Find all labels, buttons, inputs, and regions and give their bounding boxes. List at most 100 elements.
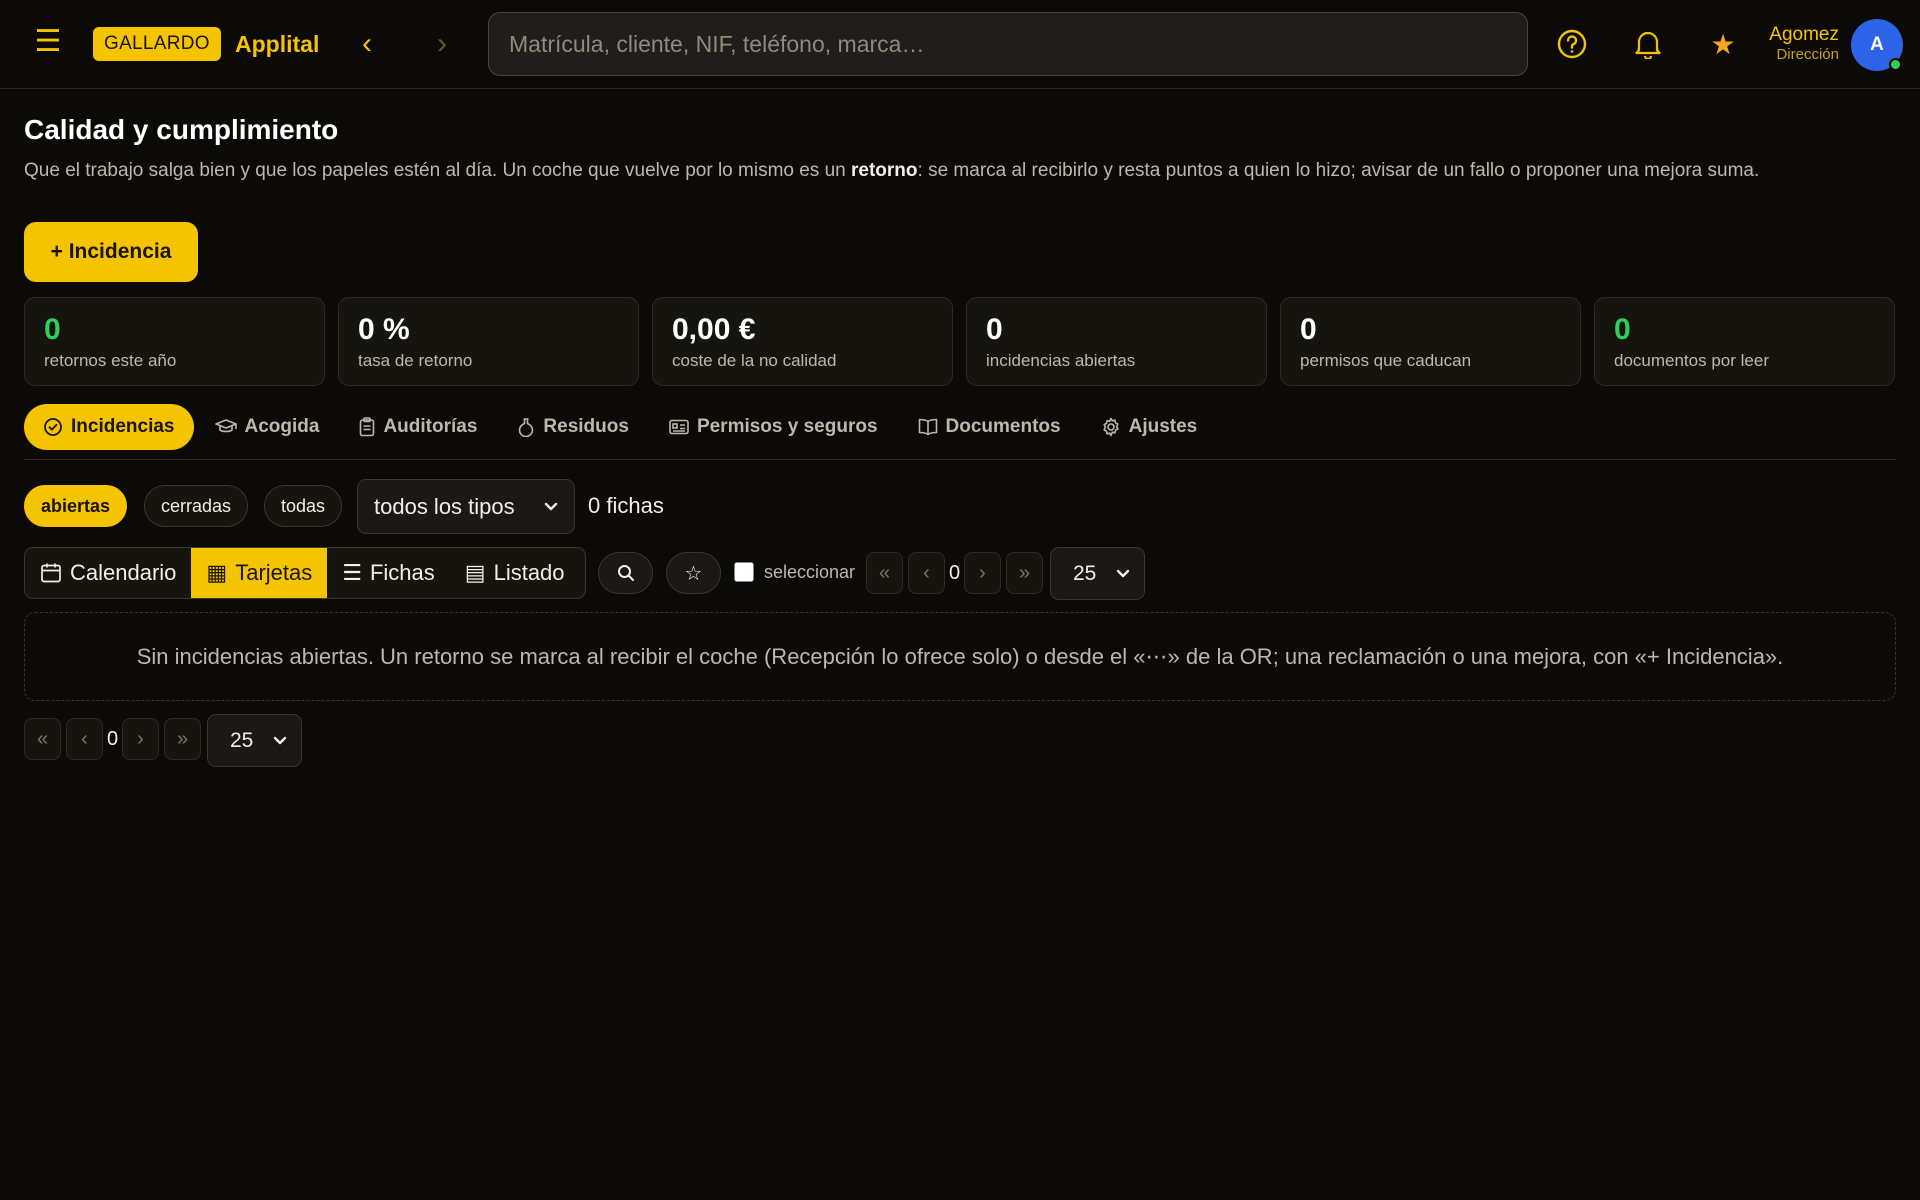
view-calendario[interactable]: Calendario <box>25 548 191 598</box>
description-bold: retorno <box>851 160 918 181</box>
global-search[interactable] <box>488 12 1528 76</box>
view-label: Tarjetas <box>235 560 313 585</box>
tab-label: Residuos <box>543 416 629 437</box>
stat-label: documentos por leer <box>1614 351 1769 370</box>
results-count: 0 fichas <box>588 493 664 518</box>
stat-card-coste: 0,00 € coste de la no calidad <box>652 297 953 386</box>
type-select-value: todos los tipos <box>374 493 515 519</box>
stat-value: 0,00 € <box>672 313 756 346</box>
check-circle-icon <box>44 418 62 436</box>
tab-label: Permisos y seguros <box>696 416 878 437</box>
filter-chip-abiertas[interactable]: abiertas <box>24 485 128 527</box>
clipboard-icon <box>360 417 375 437</box>
filter-chip-todas[interactable]: todas <box>264 485 343 527</box>
page-description: Que el trabajo salga bien y que los pape… <box>24 159 1904 183</box>
top-bar: ☰ GALLARDO Applital ‹ › ★ Agomez Direcci… <box>0 0 1920 89</box>
search-button[interactable] <box>598 552 653 594</box>
view-label: Calendario <box>70 560 177 585</box>
stat-value: 0 <box>986 313 1003 346</box>
view-label: Listado <box>493 560 565 585</box>
view-label: Fichas <box>369 560 435 585</box>
stat-card-retornos: 0 retornos este año <box>24 297 325 386</box>
stat-card-permisos: 0 permisos que caducan <box>1280 297 1581 386</box>
chevron-down-icon <box>273 736 287 744</box>
page-number-bottom: 0 <box>107 728 119 750</box>
description-after: : se marca al recibirlo y resta puntos a… <box>917 160 1760 181</box>
tab-permisos-seguros[interactable]: Permisos y seguros <box>650 404 897 450</box>
view-listado[interactable]: ▤ Listado <box>450 548 580 598</box>
forward-button[interactable]: › <box>427 28 457 60</box>
tab-documentos[interactable]: Documentos <box>899 404 1080 450</box>
page-size-select[interactable]: 25 <box>1050 547 1145 600</box>
view-tarjetas[interactable]: ▦ Tarjetas <box>191 548 328 598</box>
select-checkbox[interactable] <box>734 562 754 582</box>
tab-auditorias[interactable]: Auditorías <box>340 404 496 450</box>
chevron-down-icon <box>1116 569 1130 577</box>
hamburger-icon[interactable]: ☰ <box>34 27 62 57</box>
book-open-icon <box>918 418 937 436</box>
prev-page-button-bottom[interactable]: ‹ <box>66 718 103 760</box>
page-number: 0 <box>949 562 961 584</box>
stat-value: 0 <box>44 313 61 346</box>
first-page-button-bottom[interactable]: « <box>24 718 61 760</box>
user-name: Agomez <box>1769 24 1839 45</box>
search-icon <box>617 565 634 581</box>
list-icon: ☰ <box>342 560 362 585</box>
first-page-button[interactable]: « <box>866 552 903 594</box>
tab-label: Documentos <box>945 416 1061 437</box>
star-outline-icon: ☆ <box>684 562 703 585</box>
description-before: Que el trabajo salga bien y que los pape… <box>24 160 852 181</box>
select-label: seleccionar <box>764 562 856 582</box>
tab-label: Acogida <box>244 416 320 437</box>
page-title: Calidad y cumplimiento <box>24 114 339 145</box>
filter-chip-cerradas[interactable]: cerradas <box>144 485 249 527</box>
bell-icon[interactable] <box>1630 26 1666 62</box>
page-size-select-bottom[interactable]: 25 <box>207 714 302 767</box>
last-page-button[interactable]: » <box>1006 552 1043 594</box>
back-button[interactable]: ‹ <box>352 28 382 60</box>
tab-label: Auditorías <box>383 416 478 437</box>
stat-label: permisos que caducan <box>1300 351 1472 370</box>
stat-label: tasa de retorno <box>358 351 473 370</box>
tab-incidencias[interactable]: Incidencias <box>24 404 194 450</box>
next-page-button-bottom[interactable]: › <box>122 718 159 760</box>
id-card-icon <box>669 419 689 435</box>
stat-value: 0 % <box>358 313 410 346</box>
flask-icon <box>519 418 534 437</box>
tab-acogida[interactable]: Acogida <box>196 404 339 450</box>
stat-label: incidencias abiertas <box>986 351 1136 370</box>
tab-label: Ajustes <box>1128 416 1198 437</box>
page-size-value: 25 <box>1073 561 1097 585</box>
stat-value: 0 <box>1300 313 1317 346</box>
stat-card-incidencias: 0 incidencias abiertas <box>966 297 1267 386</box>
chevron-down-icon <box>544 502 558 510</box>
help-icon[interactable] <box>1554 26 1590 62</box>
prev-page-button[interactable]: ‹ <box>908 552 945 594</box>
brand-name[interactable]: Applital <box>235 30 319 58</box>
tab-ajustes[interactable]: Ajustes <box>1082 404 1217 450</box>
calendar-icon <box>41 563 61 583</box>
type-select[interactable]: todos los tipos <box>357 479 575 534</box>
stat-label: coste de la no calidad <box>672 351 837 370</box>
last-page-button-bottom[interactable]: » <box>164 718 201 760</box>
section-tabs: Incidencias Acogida Auditorías Residuos … <box>24 404 1896 460</box>
view-switcher: Calendario ▦ Tarjetas ☰ Fichas ▤ Listado <box>24 547 586 599</box>
next-page-button[interactable]: › <box>964 552 1001 594</box>
search-input[interactable] <box>509 30 1507 58</box>
tab-residuos[interactable]: Residuos <box>498 404 648 450</box>
user-role: Dirección <box>1776 46 1839 63</box>
view-fichas[interactable]: ☰ Fichas <box>327 548 450 598</box>
stat-card-documentos: 0 documentos por leer <box>1594 297 1895 386</box>
stat-cards: 0 retornos este año 0 % tasa de retorno … <box>24 297 1895 386</box>
brand-badge[interactable]: GALLARDO <box>93 27 221 61</box>
graduation-cap-icon <box>214 419 237 433</box>
star-filter-button[interactable]: ☆ <box>666 552 721 594</box>
new-incidencia-button[interactable]: + Incidencia <box>24 222 198 282</box>
online-status-dot <box>1889 58 1902 71</box>
favorites-star-icon[interactable]: ★ <box>1705 26 1741 62</box>
user-block[interactable]: Agomez Dirección <box>1769 24 1839 64</box>
table-icon: ▤ <box>464 560 486 585</box>
grid-icon: ▦ <box>206 560 228 585</box>
stat-card-tasa-retorno: 0 % tasa de retorno <box>338 297 639 386</box>
tab-label: Incidencias <box>71 416 175 437</box>
